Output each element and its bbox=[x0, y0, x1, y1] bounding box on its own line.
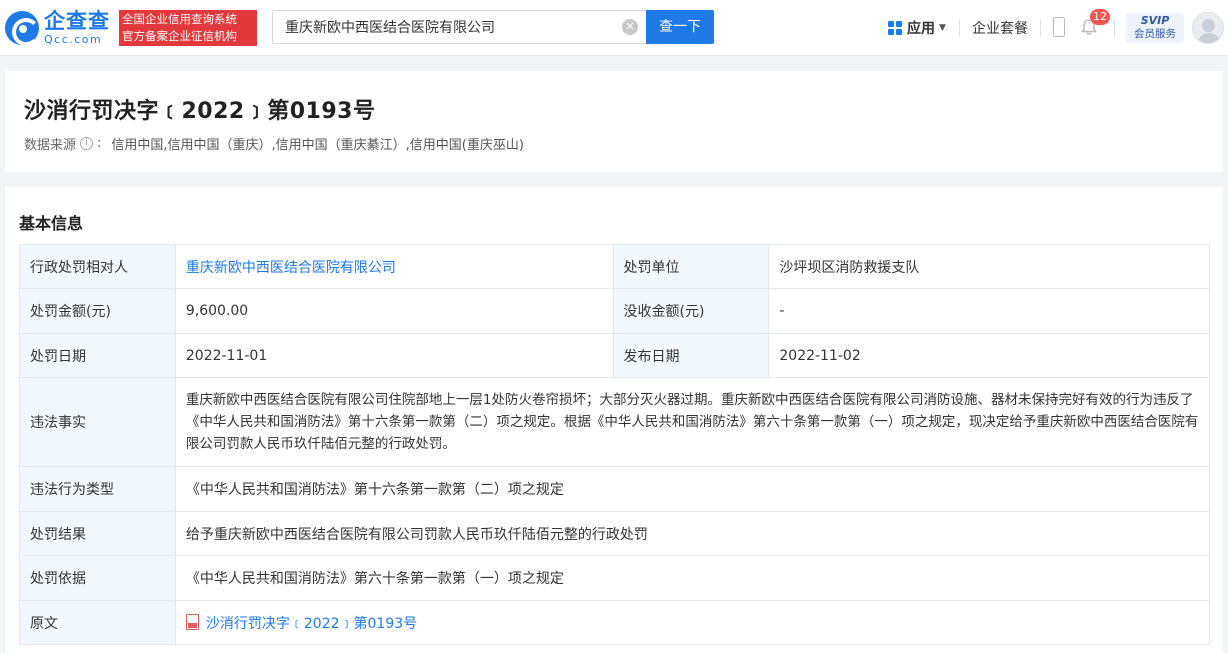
violation-type-label: 违法行为类型 bbox=[19, 466, 176, 512]
logo-name: 企查查 bbox=[44, 9, 110, 33]
enterprise-package-link[interactable]: 企业套餐 bbox=[972, 18, 1028, 38]
basic-info-card: 基本信息 行政处罚相对人 重庆新欧中西医结合医院有限公司 处罚单位 沙坪坝区消防… bbox=[5, 187, 1223, 653]
table-row: 原文 沙消行罚决字﹝2022﹞第0193号 bbox=[19, 600, 1211, 645]
table-row: 处罚日期 2022-11-01 发布日期 2022-11-02 bbox=[19, 333, 1210, 378]
unit-value: 沙坪坝区消防救援支队 bbox=[768, 244, 1210, 289]
date-value: 2022-11-01 bbox=[174, 333, 614, 378]
party-company-link[interactable]: 重庆新欧中西医结合医院有限公司 bbox=[186, 260, 396, 276]
source-value: 信用中国,信用中国（重庆）,信用中国（重庆綦江）,信用中国(重庆巫山) bbox=[111, 138, 524, 153]
unit-label: 处罚单位 bbox=[612, 244, 770, 289]
confiscation-label: 没收金额(元) bbox=[612, 288, 770, 334]
data-source-row: 数据来源 i : 信用中国,信用中国（重庆）,信用中国（重庆綦江）,信用中国(重… bbox=[24, 136, 524, 153]
header-divider bbox=[959, 19, 960, 37]
mobile-app-icon[interactable] bbox=[1053, 17, 1065, 37]
party-label: 行政处罚相对人 bbox=[19, 244, 176, 289]
basis-value: 《中华人民共和国消防法》第六十条第一款第（一）项之规定 bbox=[174, 555, 1211, 601]
slogan-banner: 全国企业信用查询系统 官方备案企业征信机构 bbox=[119, 10, 257, 46]
clear-search-icon[interactable]: ✕ bbox=[622, 19, 638, 35]
basis-label: 处罚依据 bbox=[19, 555, 176, 601]
app-menu[interactable]: 应用 ▼ bbox=[888, 18, 946, 38]
table-row: 行政处罚相对人 重庆新欧中西医结合医院有限公司 处罚单位 沙坪坝区消防救援支队 bbox=[19, 244, 1210, 289]
title-card: 沙消行罚决字﹝2022﹞第0193号 数据来源 i : 信用中国,信用中国（重庆… bbox=[5, 71, 1223, 172]
date-label: 处罚日期 bbox=[19, 333, 176, 378]
amount-label: 处罚金额(元) bbox=[19, 288, 176, 334]
basic-info-table: 行政处罚相对人 重庆新欧中西医结合医院有限公司 处罚单位 沙坪坝区消防救援支队 … bbox=[19, 244, 1211, 645]
table-row: 处罚依据 《中华人民共和国消防法》第六十条第一款第（一）项之规定 bbox=[19, 555, 1211, 601]
table-row: 违法行为类型 《中华人民共和国消防法》第十六条第一款第（二）项之规定 bbox=[19, 466, 1211, 512]
publish-date-label: 发布日期 bbox=[612, 333, 770, 378]
info-icon[interactable]: i bbox=[80, 137, 94, 150]
original-label: 原文 bbox=[19, 600, 176, 645]
top-header: 企查查 Qcc.com 全国企业信用查询系统 官方备案企业征信机构 ✕ 查一下 … bbox=[0, 0, 1228, 56]
table-row: 违法事实 重庆新欧中西医结合医院有限公司住院部地上一层1处防火卷帘损坏；大部分灭… bbox=[19, 377, 1211, 467]
pdf-icon bbox=[185, 613, 199, 630]
result-value: 给予重庆新欧中西医结合医院有限公司罚款人民币玖仟陆佰元整的行政处罚 bbox=[174, 511, 1211, 556]
search-input[interactable] bbox=[273, 11, 613, 43]
caret-down-icon: ▼ bbox=[939, 23, 946, 33]
source-label: 数据来源 bbox=[24, 138, 77, 153]
section-title: 基本信息 bbox=[19, 214, 84, 233]
facts-label: 违法事实 bbox=[19, 377, 176, 467]
search-button[interactable]: 查一下 bbox=[646, 10, 714, 44]
confiscation-value: - bbox=[768, 288, 1210, 334]
search-box: ✕ bbox=[272, 10, 646, 44]
violation-type-value: 《中华人民共和国消防法》第十六条第一款第（二）项之规定 bbox=[174, 466, 1211, 512]
page-title: 沙消行罚决字﹝2022﹞第0193号 bbox=[24, 99, 376, 124]
user-avatar[interactable] bbox=[1192, 12, 1224, 44]
svip-button[interactable]: SVIP 会员服务 bbox=[1126, 13, 1184, 43]
facts-value: 重庆新欧中西医结合医院有限公司住院部地上一层1处防火卷帘损坏；大部分灭火器过期。… bbox=[174, 377, 1211, 467]
header-divider bbox=[1040, 19, 1041, 37]
publish-date-value: 2022-11-02 bbox=[768, 333, 1210, 378]
original-document-link[interactable]: 沙消行罚决字﹝2022﹞第0193号 bbox=[206, 616, 417, 632]
table-row: 处罚结果 给予重庆新欧中西医结合医院有限公司罚款人民币玖仟陆佰元整的行政处罚 bbox=[19, 511, 1211, 556]
header-divider bbox=[1114, 19, 1115, 37]
table-row: 处罚金额(元) 9,600.00 没收金额(元) - bbox=[19, 288, 1210, 334]
result-label: 处罚结果 bbox=[19, 511, 176, 556]
qcc-logo-icon bbox=[5, 11, 40, 46]
amount-value: 9,600.00 bbox=[174, 288, 614, 334]
notification-badge: 12 bbox=[1090, 9, 1110, 25]
app-menu-label: 应用 bbox=[907, 21, 935, 37]
logo-domain: Qcc.com bbox=[44, 33, 103, 46]
apps-grid-icon bbox=[888, 21, 902, 35]
qcc-logo[interactable]: 企查查 Qcc.com bbox=[5, 10, 117, 46]
